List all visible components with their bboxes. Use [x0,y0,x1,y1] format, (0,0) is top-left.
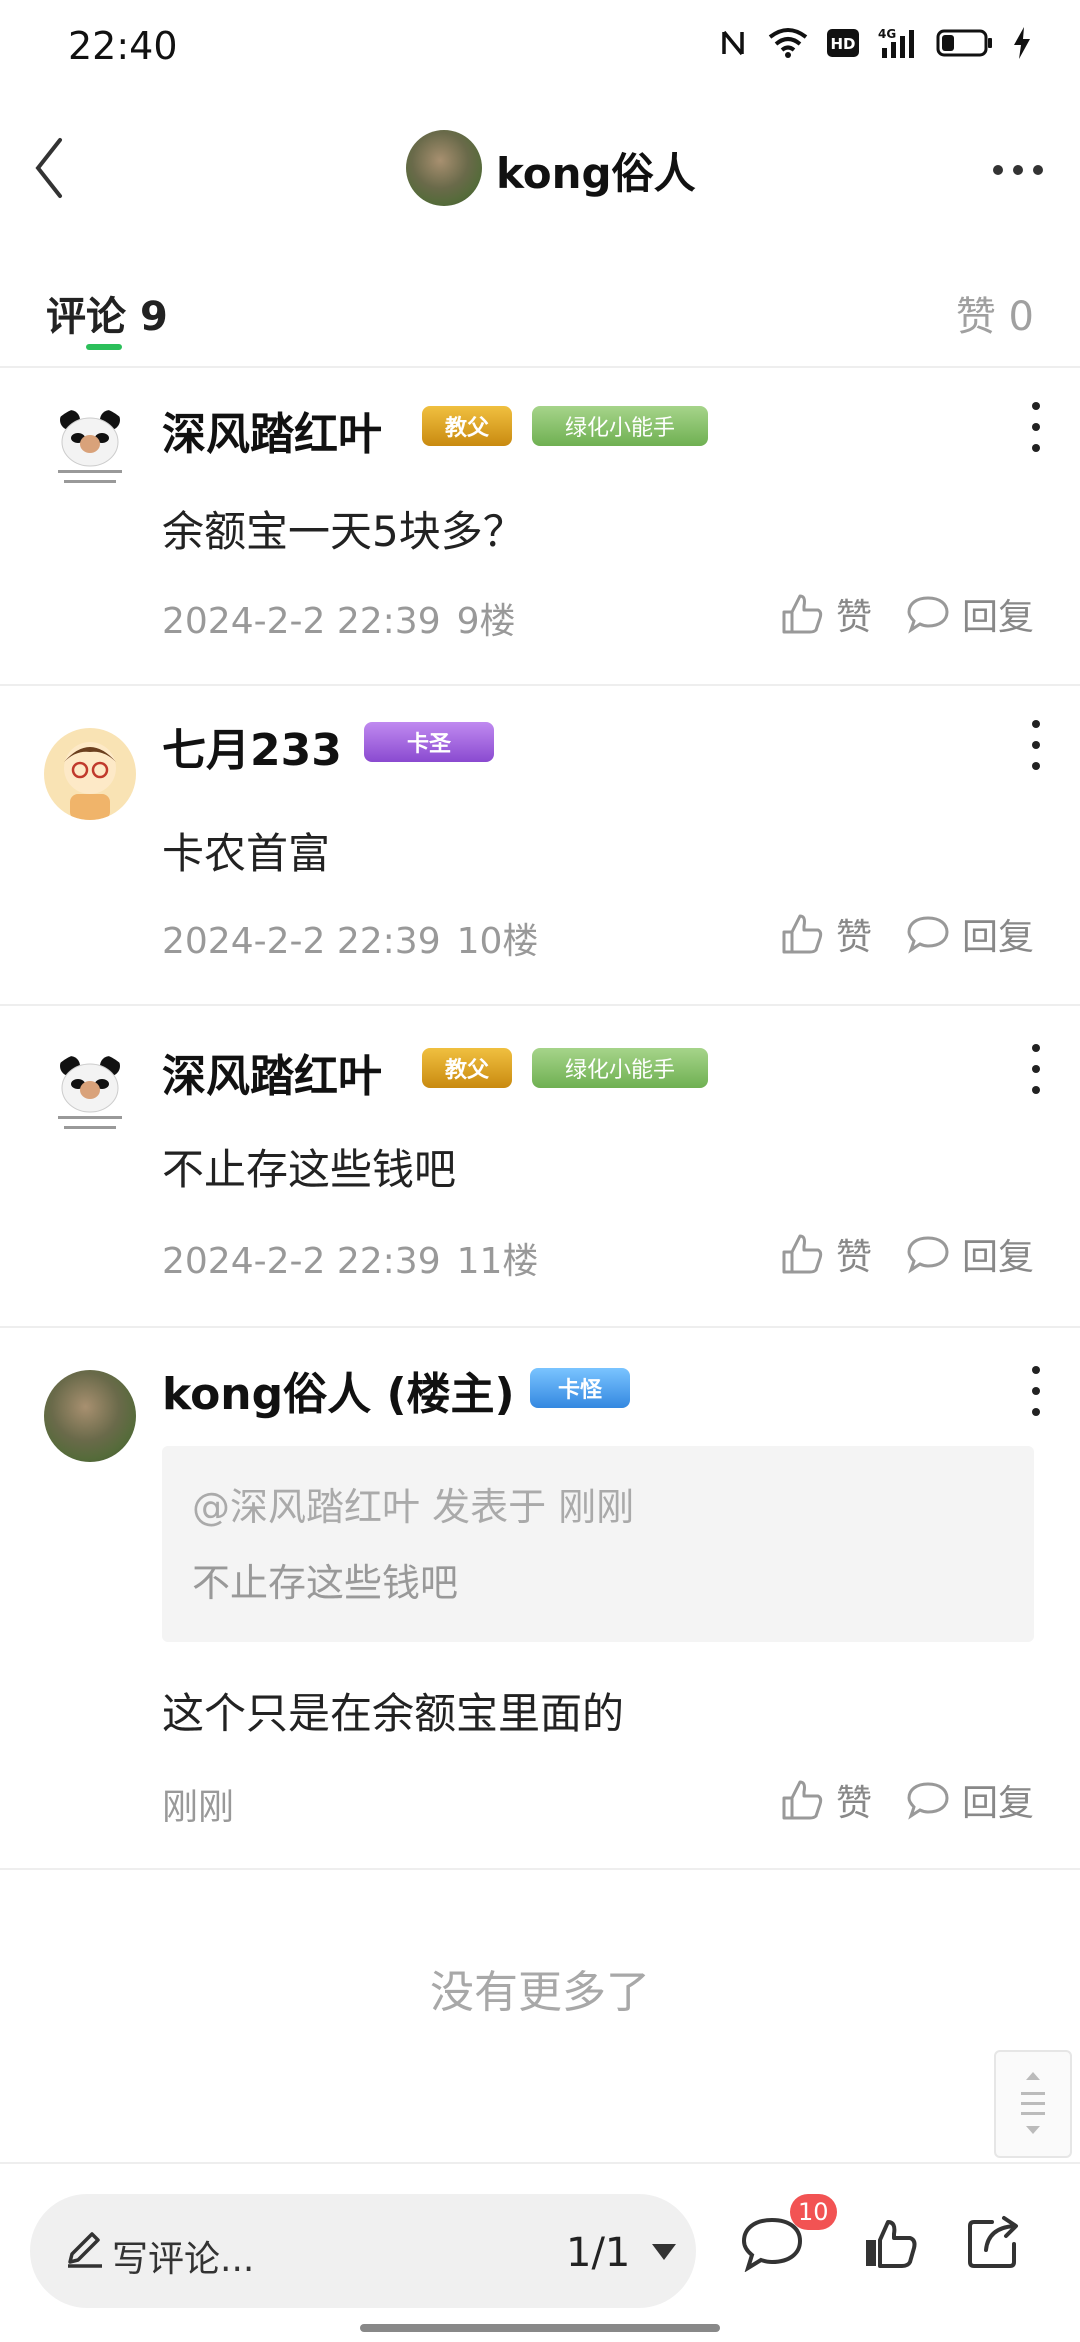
comment-actions: 赞 回复 [780,588,1034,640]
author-name[interactable]: kong俗人 [496,140,696,201]
top-nav: kong俗人 [0,110,1080,230]
tab-active-indicator [86,344,122,350]
svg-text:4G: 4G [878,27,896,41]
like-button[interactable]: 赞 [780,588,872,640]
comment-actions: 赞 回复 [780,908,1034,960]
avatar[interactable] [44,728,136,820]
reply-button[interactable]: 回复 [906,588,1034,640]
avatar[interactable] [44,1370,136,1462]
tab-bar: 评论 9 赞 0 [0,270,1080,368]
reply-button[interactable]: 回复 [906,1228,1034,1280]
comment-item: 深风踏红叶 教父 绿化小能手 余额宝一天5块多？ 2024-2-2 22:39 9… [0,366,1080,686]
comment-actions: 赞 回复 [780,1774,1034,1826]
comment-meta: 2024-2-2 22:39 10楼 [162,921,539,962]
quoted-comment[interactable]: @深风踏红叶 发表于 刚刚 不止存这些钱吧 [162,1446,1034,1642]
comment-bubble-icon [907,916,949,954]
comments-count: 9 [139,294,168,340]
title-badge: 教父 [422,406,512,446]
comment-item: 七月233 卡圣 卡农首富 2024-2-2 22:39 10楼 赞 回复 [0,684,1080,1006]
hd-icon: HD [827,29,859,57]
like-button[interactable]: 赞 [780,1228,872,1280]
status-icons: HD 4G [720,26,1032,60]
pen-icon [68,2232,102,2268]
thumbs-up-icon [782,914,823,954]
wifi-icon [768,28,808,58]
like-button[interactable]: 赞 [780,908,872,960]
comment-meta: 2024-2-2 22:39 9楼 [162,601,516,642]
more-options-icon[interactable] [988,150,1048,190]
comment-author[interactable]: 七月233 [162,714,342,778]
like-button[interactable]: 赞 [780,1774,872,1826]
caret-down-icon[interactable] [650,2242,678,2262]
home-indicator[interactable] [360,2324,720,2332]
scroll-handle-icon [1021,2072,1045,2134]
likes-count: 0 [1008,294,1034,340]
signal-4g-icon: 4G [878,27,914,58]
thumbs-up-icon[interactable] [862,2218,918,2270]
comment-author[interactable]: 深风踏红叶 [162,398,382,462]
status-bar: 22:40 HD 4G [0,0,1080,96]
avatar[interactable] [44,1052,136,1144]
charging-icon [1014,27,1030,59]
title-badge: 绿化小能手 [532,1048,708,1088]
no-more-label: 没有更多了 [430,1967,650,2018]
bottom-bar: 写评论... 1/1 10 [0,2162,1080,2342]
comment-meta: 刚刚 [162,1787,235,1828]
scroll-to-top-button[interactable] [994,2050,1072,2158]
title-badge: 绿化小能手 [532,406,708,446]
battery-icon [936,29,992,57]
title-badge: 卡圣 [364,722,494,762]
write-comment-input[interactable]: 写评论... 1/1 [30,2194,696,2308]
comment-more-icon[interactable] [1026,402,1046,452]
comment-item: 深风踏红叶 教父 绿化小能手 不止存这些钱吧 2024-2-2 22:39 11楼… [0,1004,1080,1328]
comment-actions: 赞 回复 [780,1228,1034,1280]
avatar[interactable] [44,406,136,498]
title-badge: 教父 [422,1048,512,1088]
share-icon[interactable] [966,2214,1022,2270]
title-badge: 卡怪 [530,1368,630,1408]
comment-more-icon[interactable] [1026,1366,1046,1416]
comment-count-badge: 10 [790,2194,837,2230]
comment-author[interactable]: kong俗人 (楼主) [162,1358,515,1422]
comment-more-icon[interactable] [1026,720,1046,770]
comment-meta: 2024-2-2 22:39 11楼 [162,1241,539,1282]
tab-likes[interactable]: 赞 0 [956,284,1034,342]
reply-button[interactable]: 回复 [906,908,1034,960]
nfc-icon [722,30,744,56]
write-comment-placeholder: 写评论... [112,2239,255,2280]
comment-bubble-icon [907,1782,949,1820]
thumbs-up-icon [782,1234,823,1274]
comment-more-icon[interactable] [1026,1044,1046,1094]
back-icon[interactable] [24,134,94,204]
quote-author: @深风踏红叶 发表于 刚刚 [192,1485,635,1529]
svg-text:HD: HD [830,35,855,53]
tab-comments[interactable]: 评论 9 [46,284,168,342]
comment-text: 余额宝一天5块多？ [162,507,525,556]
comment-bubble-icon [907,596,949,634]
comment-bubble-icon [907,1236,949,1274]
comment-text: 不止存这些钱吧 [162,1145,457,1194]
thumbs-up-icon [782,594,823,634]
author-avatar[interactable] [406,130,482,206]
comment-text: 这个只是在余额宝里面的 [162,1689,625,1738]
quote-text: 不止存这些钱吧 [192,1561,459,1605]
comment-text: 卡农首富 [162,829,331,878]
reply-button[interactable]: 回复 [906,1774,1034,1826]
comment-author[interactable]: 深风踏红叶 [162,1040,382,1104]
comment-item: kong俗人 (楼主) 卡怪 @深风踏红叶 发表于 刚刚 不止存这些钱吧 这个只… [0,1326,1080,1870]
page-indicator[interactable]: 1/1 [566,2230,630,2276]
thumbs-up-icon [782,1780,823,1820]
status-time: 22:40 [68,24,178,68]
